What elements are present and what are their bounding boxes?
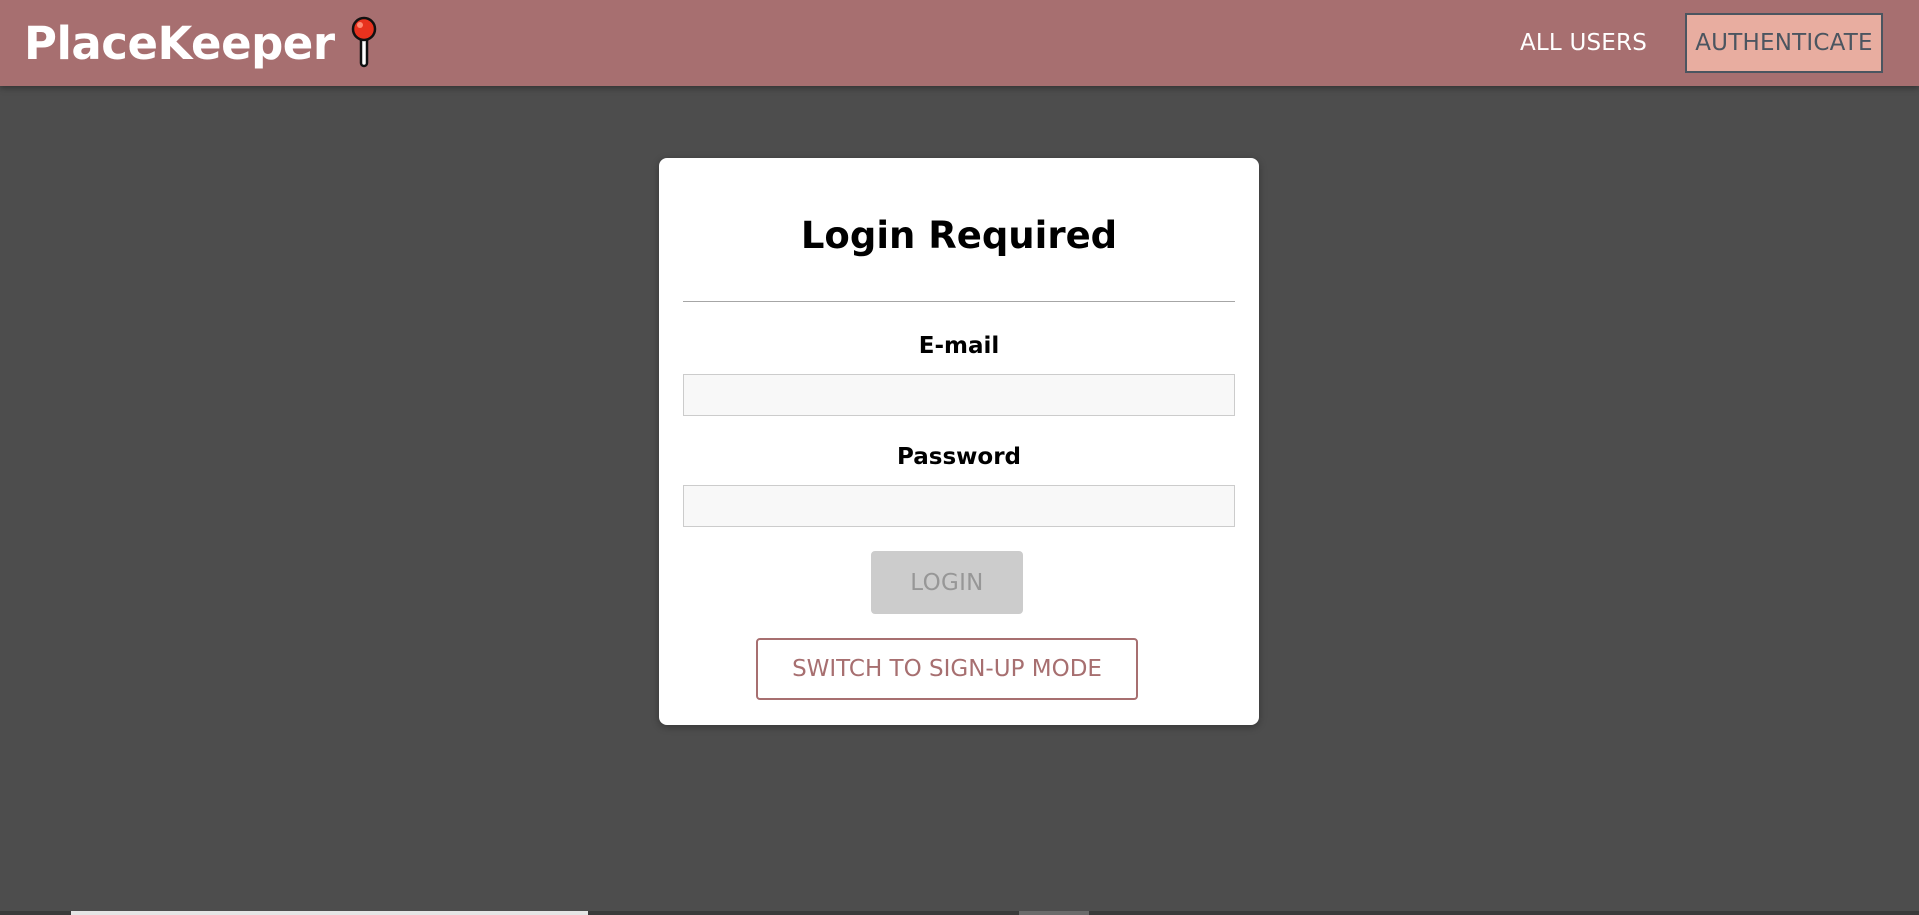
page-title: Login Required [800, 214, 1118, 257]
login-button[interactable]: LOGIN [871, 551, 1023, 614]
email-label: E-mail [918, 333, 1000, 359]
nav-authenticate[interactable]: AUTHENTICATE [1685, 13, 1883, 73]
nav-all-users[interactable]: ALL USERS [1520, 30, 1647, 56]
brand-link[interactable]: PlaceKeeper [24, 0, 379, 86]
login-card: Login Required E-mail Password LOGIN SWI… [659, 158, 1259, 725]
main-header: PlaceKeeper ALL USERS AUTHENTICATE [0, 0, 1919, 86]
password-label: Password [897, 444, 1021, 470]
scrollbar-thumb-secondary[interactable] [1019, 911, 1089, 915]
email-field[interactable] [683, 374, 1235, 416]
horizontal-scrollbar[interactable] [0, 911, 1919, 915]
brand-title: PlaceKeeper [24, 16, 335, 70]
switch-to-signup-button[interactable]: SWITCH TO SIGN-UP MODE [756, 638, 1138, 700]
main-nav: ALL USERS AUTHENTICATE [1520, 0, 1883, 86]
pushpin-icon [349, 16, 379, 70]
card-divider [683, 301, 1235, 302]
scrollbar-thumb[interactable] [71, 911, 588, 915]
password-field[interactable] [683, 485, 1235, 527]
